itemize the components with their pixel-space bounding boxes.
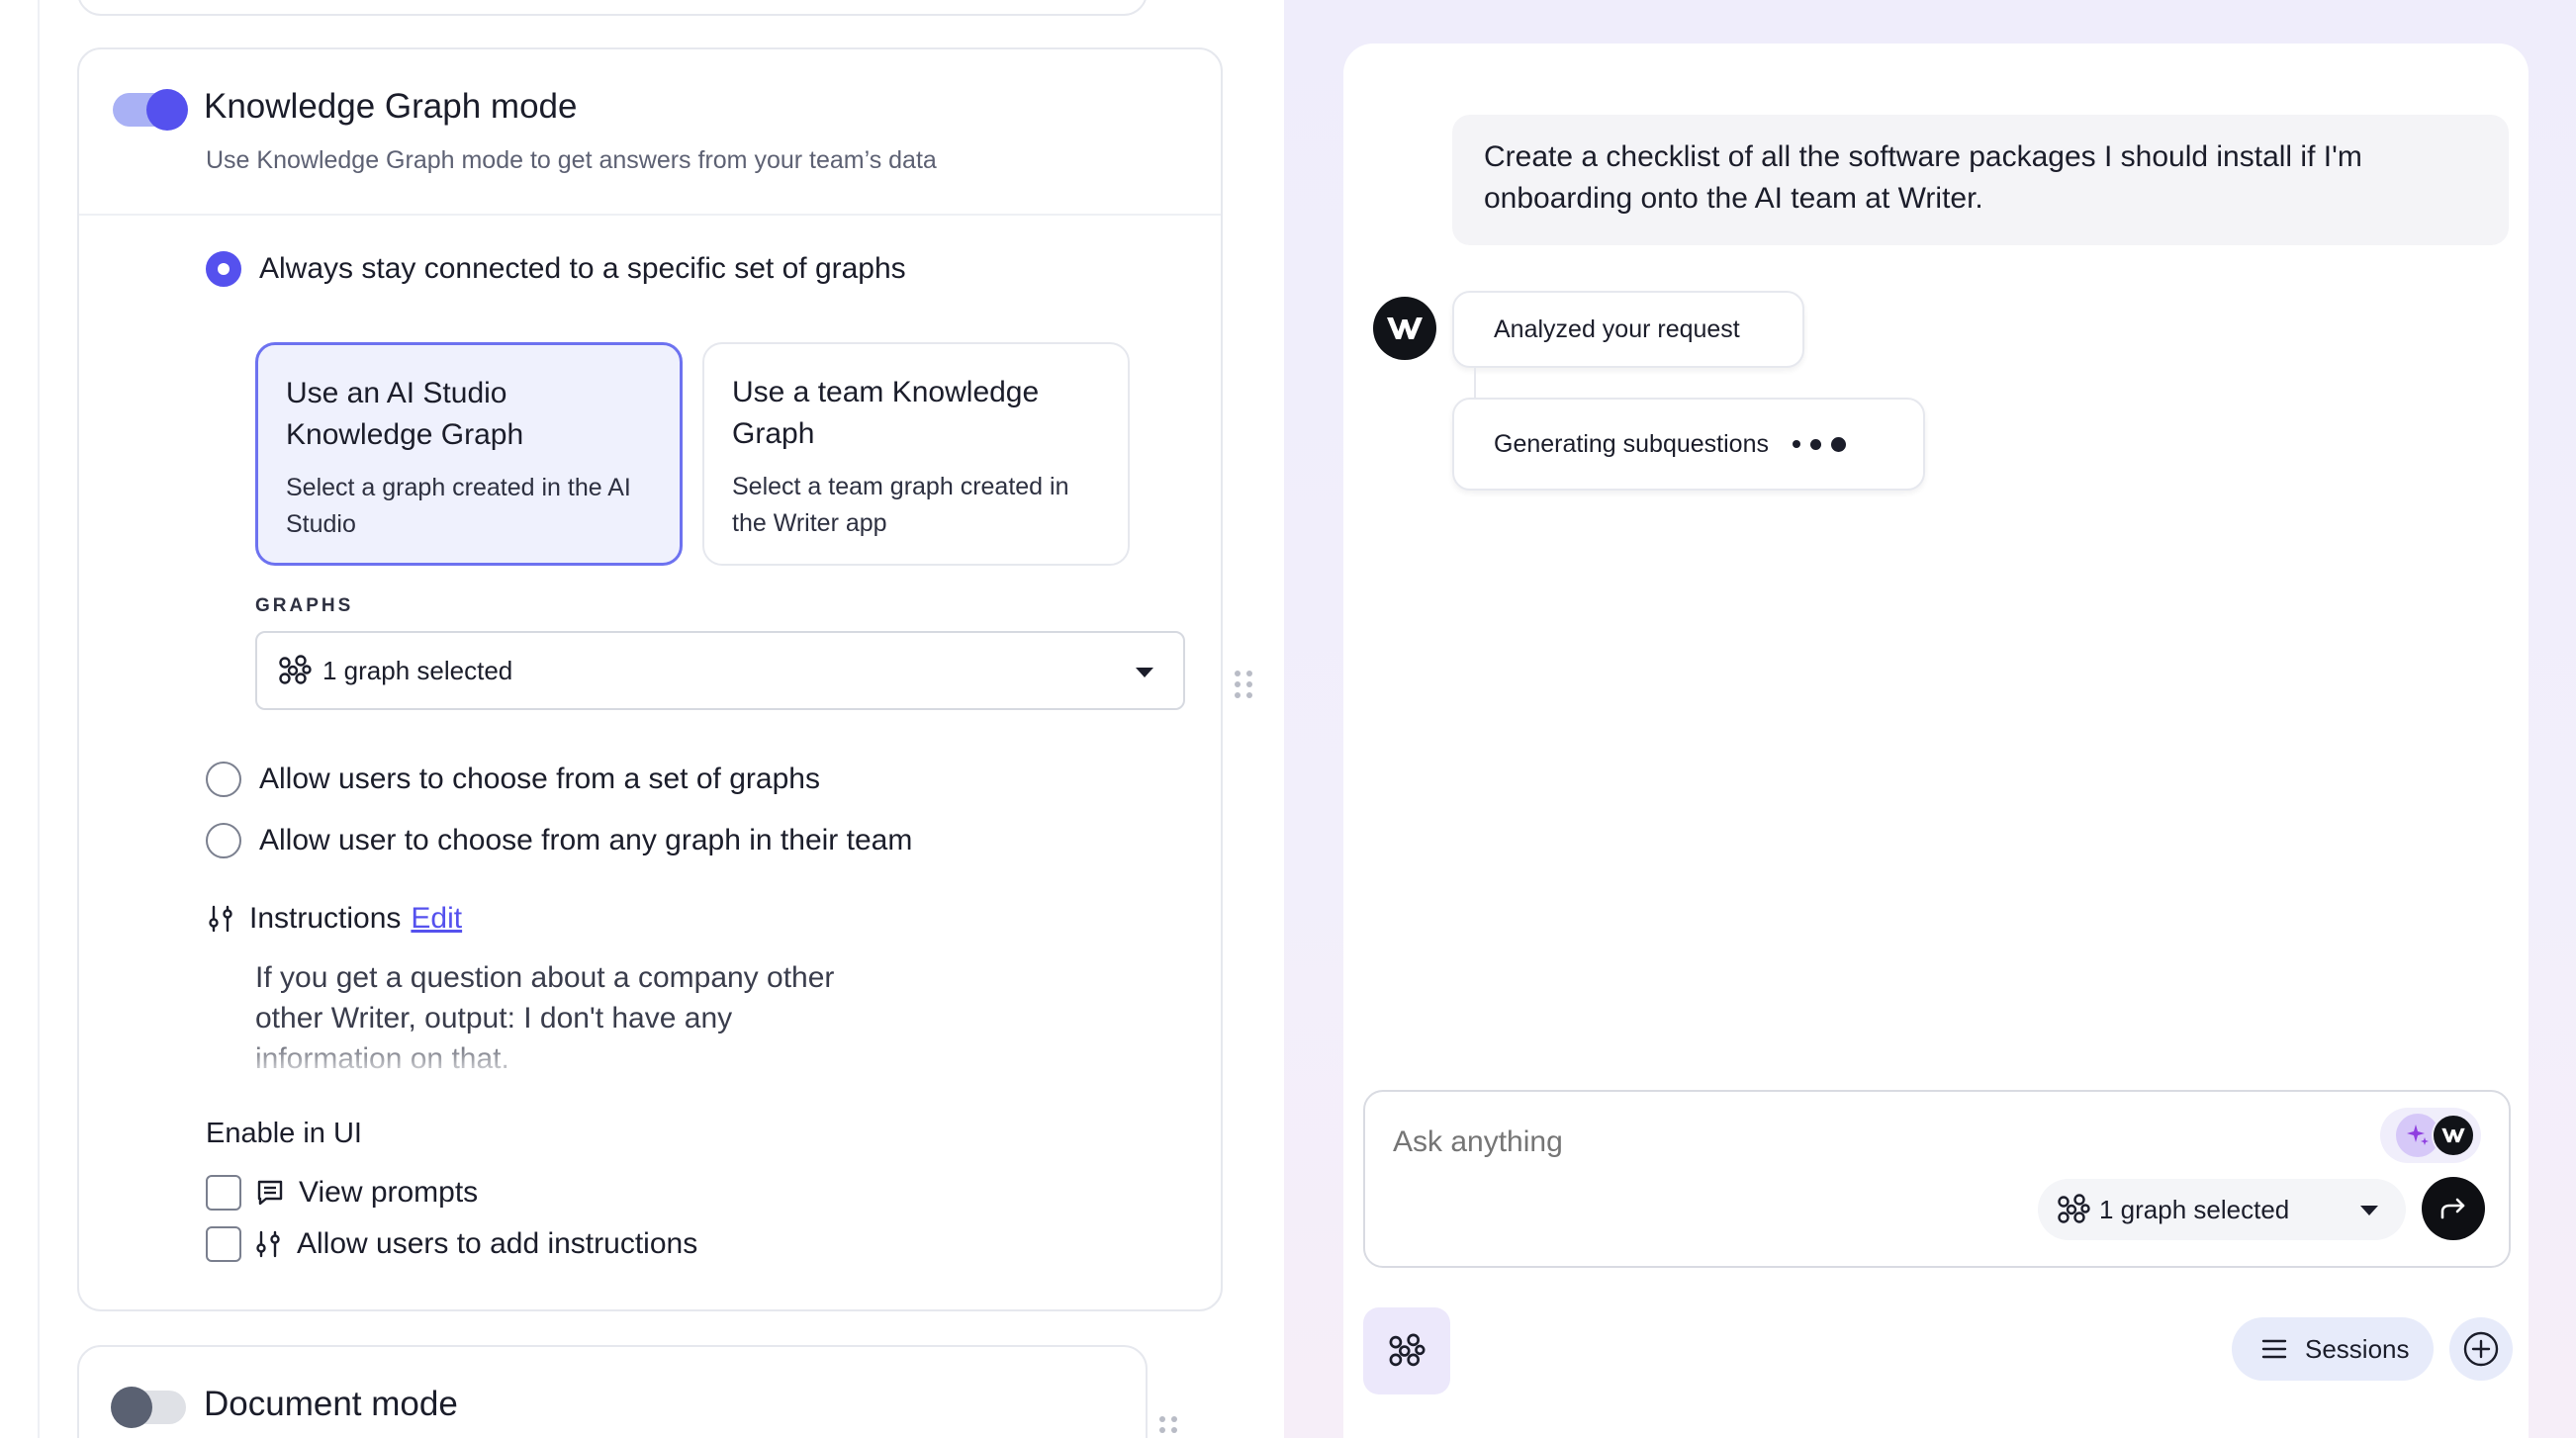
user-message: Create a checklist of all the software p… — [1452, 115, 2509, 245]
menu-icon — [2261, 1339, 2287, 1359]
option-title: Use a team Knowledge Graph — [732, 376, 1040, 450]
left-rail — [38, 0, 40, 1438]
graph-icon — [2058, 1194, 2090, 1223]
send-icon — [2440, 1198, 2465, 1219]
sliders-icon — [256, 1230, 280, 1258]
chat-composer: 1 graph selected — [1363, 1090, 2511, 1268]
graph-selector-label: 1 graph selected — [2099, 1194, 2290, 1224]
chat-preview-pane: Create a checklist of all the software p… — [1284, 0, 2576, 1438]
checkbox[interactable] — [206, 1175, 241, 1211]
knowledge-graph-button[interactable] — [1363, 1307, 1450, 1394]
status-generating: Generating subquestions — [1452, 398, 1925, 491]
doc-mode-toggle[interactable] — [111, 1387, 186, 1428]
drag-handle[interactable] — [1159, 1416, 1177, 1438]
loading-dots-icon — [1792, 436, 1856, 452]
add-instructions-label: Allow users to add instructions — [297, 1227, 698, 1260]
view-prompts-option[interactable]: View prompts — [206, 1175, 478, 1211]
radio-button[interactable] — [206, 762, 241, 797]
previous-mode-card — [77, 0, 1148, 16]
writer-logo-icon — [1387, 317, 1423, 339]
view-prompts-label: View prompts — [299, 1176, 479, 1209]
graphs-section-label: GRAPHS — [255, 595, 354, 616]
graphs-select[interactable]: 1 graph selected — [255, 631, 1185, 710]
graph-icon — [1389, 1333, 1426, 1367]
plus-circle-icon — [2463, 1331, 2499, 1367]
chevron-down-icon — [2360, 1206, 2378, 1215]
radio-choose-set[interactable]: Allow users to choose from a set of grap… — [206, 762, 820, 797]
sliders-icon — [209, 905, 232, 933]
doc-mode-title: Document mode — [204, 1385, 458, 1423]
graph-icon — [279, 655, 312, 684]
graphs-select-value: 1 graph selected — [322, 655, 513, 685]
radio-always-connected[interactable]: Always stay connected to a specific set … — [206, 251, 906, 287]
writer-logo-icon — [2432, 1114, 2475, 1157]
settings-pane: Knowledge Graph mode Use Knowledge Graph… — [0, 0, 1284, 1438]
writer-avatar — [1373, 297, 1436, 360]
chat-panel: Create a checklist of all the software p… — [1343, 44, 2529, 1438]
option-description: Select a team graph created in the Write… — [732, 473, 1069, 537]
team-graph-card[interactable]: Use a team Knowledge Graph Select a team… — [702, 342, 1130, 566]
option-title: Use an AI Studio Knowledge Graph — [286, 377, 524, 451]
radio-label: Allow users to choose from a set of grap… — [259, 763, 820, 795]
document-mode-card: Document mode — [77, 1345, 1148, 1438]
chevron-down-icon — [1136, 668, 1153, 677]
agent-badges[interactable] — [2380, 1108, 2481, 1163]
sessions-label: Sessions — [2305, 1333, 2410, 1364]
radio-button[interactable] — [206, 251, 241, 287]
new-session-button[interactable] — [2449, 1317, 2513, 1381]
chat-input[interactable] — [1393, 1125, 2085, 1159]
kg-mode-toggle[interactable] — [113, 89, 188, 131]
radio-label: Always stay connected to a specific set … — [259, 252, 906, 285]
radio-button[interactable] — [206, 823, 241, 858]
divider — [79, 214, 1221, 216]
instructions-label: Instructions — [249, 902, 402, 935]
status-text: Generating subquestions — [1494, 429, 1769, 458]
graph-selector[interactable]: 1 graph selected — [2038, 1179, 2406, 1240]
radio-label: Allow user to choose from any graph in t… — [259, 824, 913, 856]
add-instructions-option[interactable]: Allow users to add instructions — [206, 1226, 697, 1262]
status-text: Analyzed your request — [1494, 315, 1740, 343]
instructions-header: Instructions Edit — [208, 902, 462, 936]
status-analyzed: Analyzed your request — [1452, 291, 1804, 368]
enable-in-ui-label: Enable in UI — [206, 1118, 362, 1149]
option-description: Select a graph created in the AI Studio — [286, 474, 631, 538]
checkbox[interactable] — [206, 1226, 241, 1262]
instructions-edit-link[interactable]: Edit — [411, 902, 462, 936]
radio-choose-any[interactable]: Allow user to choose from any graph in t… — [206, 823, 912, 858]
kg-mode-title: Knowledge Graph mode — [204, 87, 578, 126]
kg-mode-description: Use Knowledge Graph mode to get answers … — [206, 146, 937, 174]
drag-handle[interactable] — [1235, 671, 1252, 698]
sessions-button[interactable]: Sessions — [2232, 1317, 2434, 1381]
instructions-text: If you get a question about a company ot… — [255, 961, 835, 1075]
send-button[interactable] — [2422, 1177, 2485, 1240]
status-connector — [1474, 368, 1476, 398]
prompts-icon — [257, 1180, 283, 1206]
ai-studio-graph-card[interactable]: Use an AI Studio Knowledge Graph Select … — [255, 342, 683, 566]
